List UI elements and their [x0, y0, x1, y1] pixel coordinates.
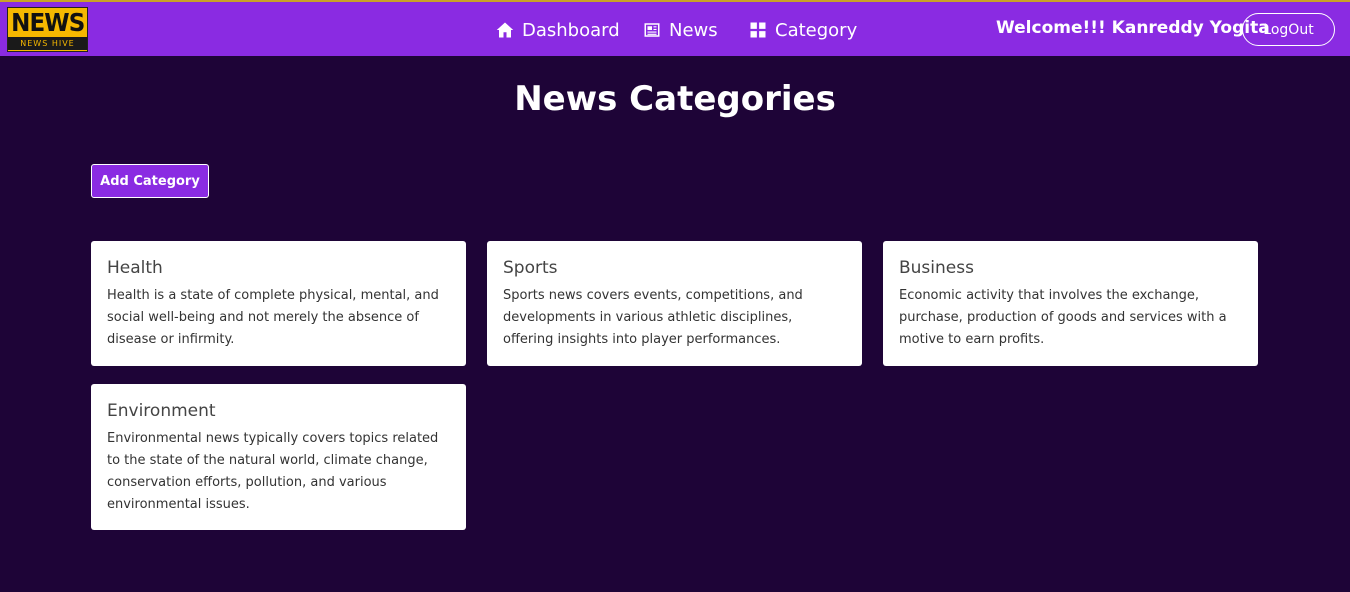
grid-icon: [750, 22, 766, 38]
nav-news-label: News: [669, 19, 718, 41]
logo-main-text: NEWS: [10, 8, 85, 37]
category-title: Environment: [107, 401, 216, 421]
nav-category-link[interactable]: Category: [749, 18, 857, 42]
logout-button[interactable]: LogOut: [1242, 13, 1335, 46]
page-title: News Categories: [514, 79, 836, 119]
category-card[interactable]: Business Economic activity that involves…: [883, 241, 1258, 366]
logo-sub-text: NEWS HIVE: [8, 37, 87, 50]
nav-dashboard-label: Dashboard: [522, 19, 620, 41]
category-title: Health: [107, 258, 163, 278]
category-description: Economic activity that involves the exch…: [899, 288, 1227, 347]
category-description: Sports news covers events, competitions,…: [503, 288, 803, 347]
add-category-button[interactable]: Add Category: [91, 164, 209, 198]
nav-category-label: Category: [775, 19, 858, 41]
newspaper-icon: [644, 23, 660, 37]
welcome-message: Welcome!!! Kanreddy Yogita: [996, 18, 1270, 38]
nav-dashboard-link[interactable]: Dashboard: [496, 18, 620, 42]
category-description: Health is a state of complete physical, …: [107, 288, 439, 347]
nav-news-link[interactable]: News: [643, 18, 718, 42]
category-card[interactable]: Health Health is a state of complete phy…: [91, 241, 466, 366]
category-title: Business: [899, 258, 974, 278]
category-card[interactable]: Environment Environmental news typically…: [91, 384, 466, 530]
navbar: NEWS NEWS HIVE Dashboard News Category W…: [0, 0, 1350, 56]
home-icon: [496, 22, 514, 38]
category-description: Environmental news typically covers topi…: [107, 431, 439, 512]
category-card[interactable]: Sports Sports news covers events, compet…: [487, 241, 862, 366]
category-title: Sports: [503, 258, 558, 278]
news-hive-logo[interactable]: NEWS NEWS HIVE: [7, 7, 88, 52]
